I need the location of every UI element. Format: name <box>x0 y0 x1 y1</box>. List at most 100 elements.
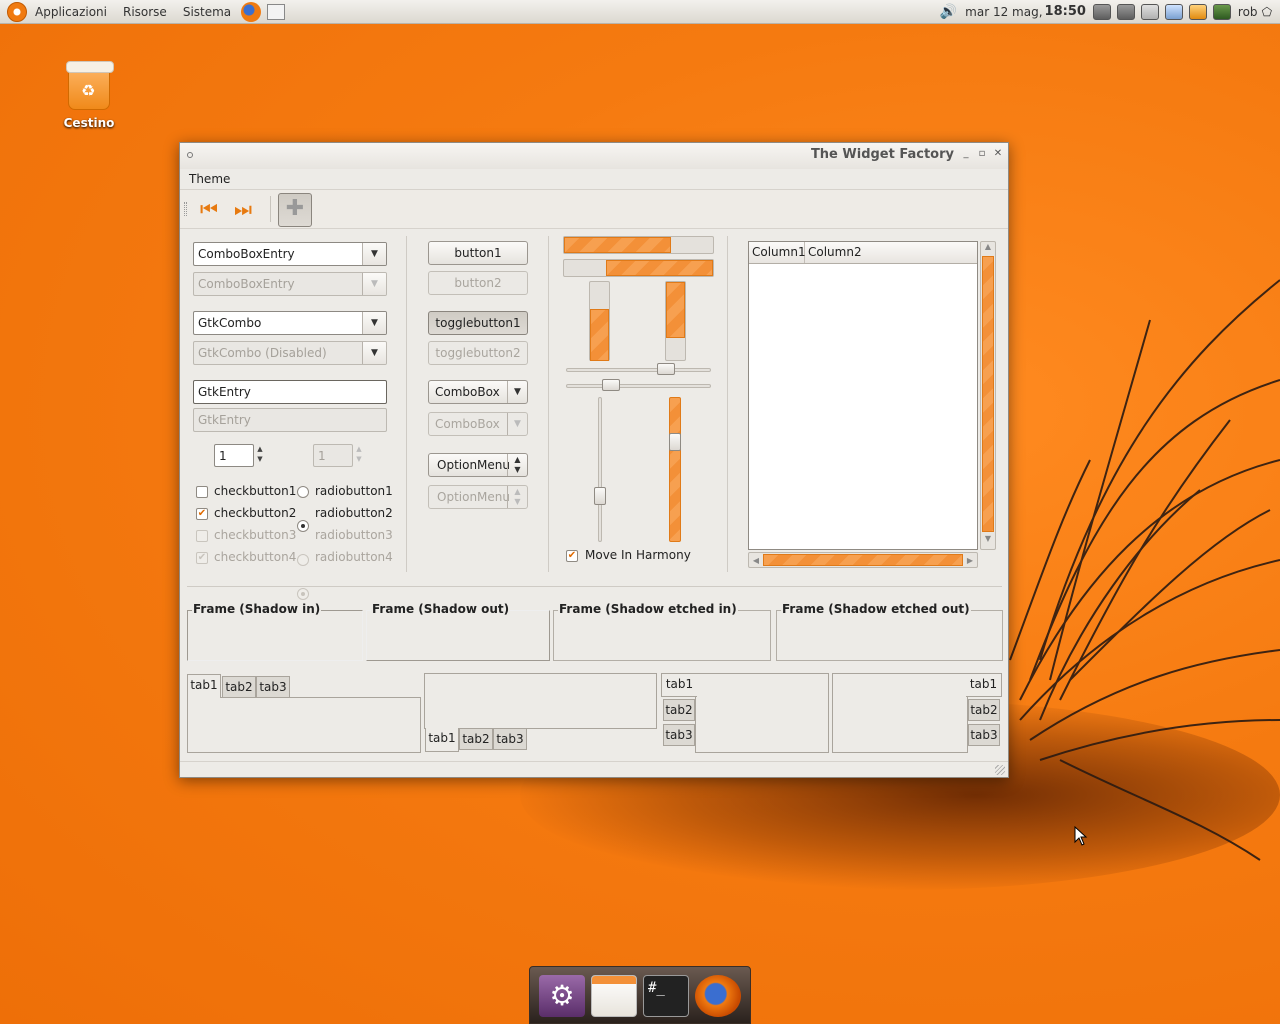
togglebutton1[interactable]: togglebutton1 <box>428 311 528 335</box>
radiobutton2-label[interactable]: radiobutton2 <box>315 506 393 520</box>
move-in-harmony-check[interactable]: ✔ <box>566 550 578 562</box>
comboboxentry[interactable]: ComboBoxEntry ▼ <box>193 242 387 266</box>
minimize-icon[interactable]: _ <box>960 148 972 160</box>
terminal-icon[interactable]: #_ <box>643 975 689 1017</box>
chat-icon[interactable] <box>1164 3 1183 20</box>
hscale1-handle[interactable] <box>657 363 675 375</box>
toolbar-separator <box>270 196 271 222</box>
scroll-up-icon[interactable]: ▲ <box>981 242 995 254</box>
settings-gear-icon[interactable]: ⚙ <box>539 975 585 1017</box>
treeview[interactable]: Column1 Column2 <box>748 241 978 550</box>
chevron-down-icon: ▼ <box>362 342 386 364</box>
vertical-scrollbar[interactable]: ▲ ▼ <box>980 241 996 550</box>
notebook-bottom-tab3[interactable]: tab3 <box>493 728 527 750</box>
checkbutton4-box: ✔ <box>196 552 208 564</box>
notebook-top-tab3[interactable]: tab3 <box>256 676 290 698</box>
go-last-icon[interactable]: ⏭ <box>234 199 252 219</box>
notebook-bottom-pane <box>424 673 657 729</box>
move-in-harmony-label[interactable]: Move In Harmony <box>585 548 691 562</box>
firefox-launcher-icon[interactable] <box>241 1 262 22</box>
checkbutton3-label: checkbutton3 <box>214 528 297 542</box>
vscale1-handle[interactable] <box>594 487 606 505</box>
add-toolbar-button[interactable]: ✚ <box>278 193 312 227</box>
cpu-monitor-icon[interactable] <box>1092 3 1111 20</box>
user-name[interactable]: rob <box>1234 0 1262 24</box>
checkbutton2-label[interactable]: checkbutton2 <box>214 506 296 520</box>
notebook-left-tab2[interactable]: tab2 <box>663 699 695 721</box>
chevron-down-icon[interactable]: ▼ <box>362 243 386 265</box>
spin-arrows-icon[interactable]: ▲ ▼ <box>254 444 266 467</box>
combobox-disabled-text: ComboBox <box>435 417 500 431</box>
close-icon[interactable]: ✕ <box>992 148 1004 160</box>
progressbar-v1 <box>589 281 610 361</box>
menu-theme[interactable]: Theme <box>189 172 230 186</box>
desktop-trash[interactable]: ♻ Cestino <box>56 61 122 130</box>
notebook-top-tab1[interactable]: tab1 <box>187 674 221 698</box>
memory-monitor-icon[interactable] <box>1116 3 1135 20</box>
chevron-down-icon[interactable]: ▼ <box>507 381 527 403</box>
horizontal-scrollbar[interactable]: ◀ ▶ <box>748 552 978 568</box>
hscale1-trough[interactable] <box>566 368 711 372</box>
checkbutton1-box[interactable] <box>196 486 208 498</box>
updown-icon[interactable]: ▲ ▼ <box>507 454 527 476</box>
vertical-scrollbar-thumb[interactable] <box>982 256 994 532</box>
clock-time[interactable]: 18:50 <box>1045 0 1090 24</box>
checkbutton1-label[interactable]: checkbutton1 <box>214 484 296 498</box>
screen-icon[interactable] <box>1212 3 1231 20</box>
notebook-right-tab2[interactable]: tab2 <box>968 699 1000 721</box>
notebook-bottom-tab1[interactable]: tab1 <box>425 728 459 752</box>
menu-risorse[interactable]: Risorse <box>115 0 175 24</box>
togglebutton2: togglebutton2 <box>428 341 528 365</box>
spin-arrows-disabled-icon: ▲ ▼ <box>356 445 362 463</box>
scroll-left-icon[interactable]: ◀ <box>749 556 763 565</box>
chevron-down-icon[interactable]: ▼ <box>362 312 386 334</box>
frame-shadow-out: Frame (Shadow out) <box>366 602 550 661</box>
radiobutton1-label[interactable]: radiobutton1 <box>315 484 393 498</box>
notebook-left-tab3[interactable]: tab3 <box>663 724 695 746</box>
combobox[interactable]: ComboBox ▼ <box>428 380 528 404</box>
treeview-header: Column1 Column2 <box>749 242 977 264</box>
volume-icon[interactable]: 🔊 <box>940 4 957 20</box>
hscale2-trough[interactable] <box>566 384 711 388</box>
optionmenu[interactable]: OptionMenu ▲ ▼ <box>428 453 528 477</box>
shutdown-icon[interactable]: ⬠ <box>1262 5 1272 19</box>
menu-applicazioni[interactable]: Applicazioni <box>27 0 115 24</box>
clock-date[interactable]: mar 12 mag, <box>963 0 1044 24</box>
go-first-icon[interactable]: ⏮ <box>200 199 218 219</box>
titlebar[interactable]: The Widget Factory _ ▫ ✕ <box>180 143 1008 169</box>
network-monitor-icon[interactable] <box>1140 3 1159 20</box>
gtkentry-disabled-text: GtkEntry <box>198 413 251 427</box>
firefox-dock-icon[interactable] <box>695 975 741 1017</box>
vscale2-trough[interactable] <box>669 397 681 542</box>
display-icon[interactable] <box>1188 3 1207 20</box>
column2-header[interactable]: Column2 <box>805 242 862 263</box>
radiobutton2-circle[interactable] <box>297 520 309 532</box>
notebook-left-tab1[interactable]: tab1 <box>661 673 697 697</box>
toolbar-grip[interactable] <box>184 202 187 216</box>
resize-grip[interactable] <box>995 765 1005 775</box>
horizontal-scrollbar-thumb[interactable] <box>763 554 963 566</box>
notebook-right-tab1[interactable]: tab1 <box>966 673 1002 697</box>
mail-launcher-icon[interactable] <box>267 3 286 20</box>
button1[interactable]: button1 <box>428 241 528 265</box>
column1-header[interactable]: Column1 <box>749 242 806 263</box>
radiobutton1-circle[interactable] <box>297 486 309 498</box>
vscale1-trough[interactable] <box>598 397 602 542</box>
spinbutton[interactable]: 1 <box>214 444 254 467</box>
hscale2-handle[interactable] <box>602 379 620 391</box>
maximize-icon[interactable]: ▫ <box>976 148 988 160</box>
window-menu-icon[interactable] <box>187 152 193 158</box>
gtkentry-disabled: GtkEntry <box>193 408 387 432</box>
vscale2-handle[interactable] <box>669 433 681 451</box>
scroll-down-icon[interactable]: ▼ <box>981 534 995 546</box>
gtkentry[interactable]: GtkEntry <box>193 380 387 404</box>
scroll-right-icon[interactable]: ▶ <box>963 556 977 565</box>
notebook-top-tab2[interactable]: tab2 <box>222 676 256 698</box>
gtkcombo[interactable]: GtkCombo ▼ <box>193 311 387 335</box>
notebook-right-tab3[interactable]: tab3 <box>968 724 1000 746</box>
checkbutton2-box[interactable]: ✔ <box>196 508 208 520</box>
recycle-icon: ♻ <box>81 81 96 100</box>
notebook-bottom-tab2[interactable]: tab2 <box>459 728 493 750</box>
ubuntu-logo-icon[interactable] <box>7 1 27 22</box>
menu-sistema[interactable]: Sistema <box>175 0 239 24</box>
